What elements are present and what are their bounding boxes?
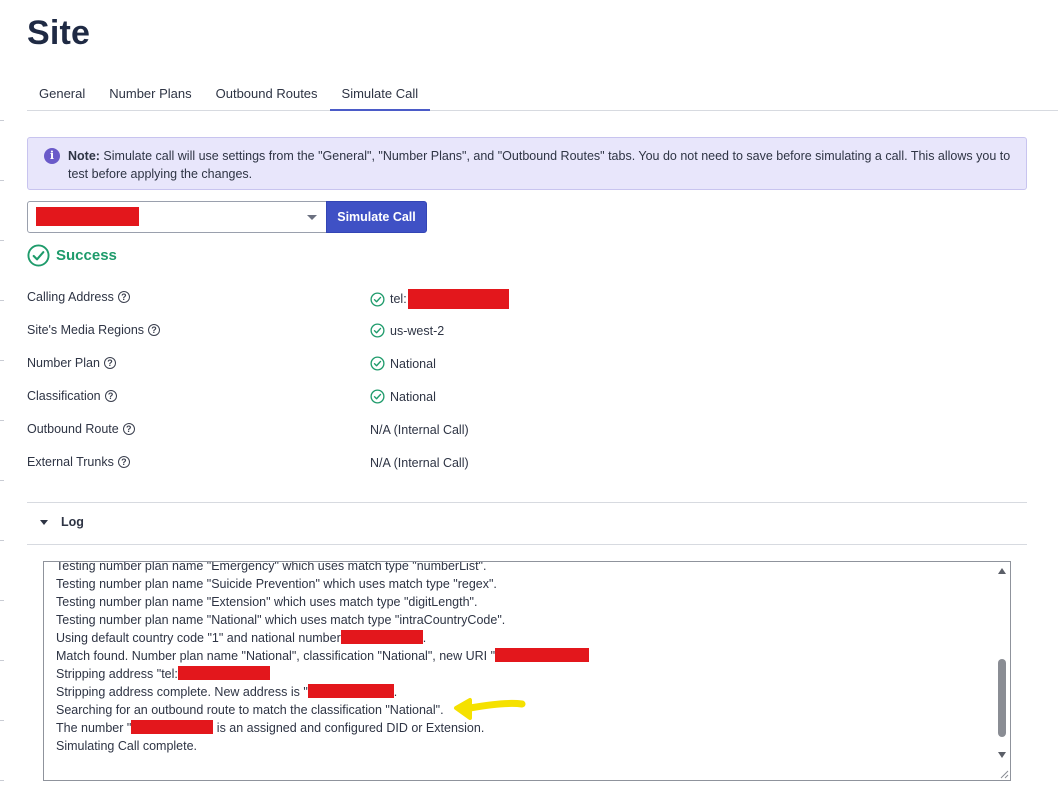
check-circle-icon (370, 291, 385, 307)
value-classification: National (370, 389, 436, 404)
arrow-annotation-icon (454, 698, 526, 720)
redacted-value (177, 666, 270, 680)
log-line: Match found. Number plan name "National"… (56, 647, 990, 665)
log-toggle[interactable]: Log (40, 515, 84, 529)
row-value-text: N/A (Internal Call) (370, 423, 469, 437)
row-label-text: Calling Address (27, 290, 114, 304)
row-value-text: tel: (390, 292, 407, 306)
page-title: Site (27, 14, 91, 52)
scrollbar[interactable] (994, 562, 1010, 780)
check-circle-icon (370, 323, 385, 338)
log-textarea[interactable]: Testing number plan name "Emergency" whi… (43, 561, 1011, 781)
check-circle-icon (370, 389, 385, 404)
redacted-value (131, 720, 214, 734)
log-line: Simulating Call complete. (56, 739, 198, 753)
value-media-regions: us-west-2 (370, 323, 444, 338)
note-banner: i Note: Simulate call will use settings … (27, 137, 1027, 190)
address-select[interactable] (27, 201, 327, 233)
row-label-text: External Trunks (27, 455, 114, 469)
label-outbound-route: Outbound Route? (27, 422, 135, 436)
tab-outbound-routes[interactable]: Outbound Routes (204, 76, 330, 111)
label-classification: Classification? (27, 389, 117, 403)
log-line: Testing number plan name "Suicide Preven… (56, 577, 497, 591)
resize-grip-icon[interactable] (999, 769, 1009, 779)
note-prefix: Note: (68, 149, 100, 163)
scroll-up-arrow-icon[interactable] (998, 568, 1006, 574)
row-value-text: National (390, 356, 436, 371)
value-external-trunks: N/A (Internal Call) (370, 456, 469, 470)
help-icon[interactable]: ? (104, 390, 117, 402)
log-line: Stripping address "tel: (56, 665, 990, 683)
row-label-text: Classification (27, 389, 101, 403)
label-number-plan: Number Plan? (27, 356, 116, 370)
value-outbound-route: N/A (Internal Call) (370, 423, 469, 437)
row-label-text: Number Plan (27, 356, 100, 370)
help-icon[interactable]: ? (103, 357, 116, 369)
label-media-regions: Site's Media Regions? (27, 323, 161, 337)
redacted-value (407, 289, 509, 309)
tab-simulate-call[interactable]: Simulate Call (329, 76, 431, 111)
check-circle-icon (370, 356, 385, 371)
redacted-value (307, 684, 394, 698)
help-icon[interactable]: ? (117, 291, 130, 303)
chevron-down-icon (307, 215, 317, 220)
scroll-down-arrow-icon[interactable] (998, 752, 1006, 758)
success-status: Success (27, 243, 117, 268)
row-value-text: us-west-2 (390, 323, 445, 338)
help-icon[interactable]: ? (122, 423, 135, 435)
info-icon: i (44, 148, 60, 164)
label-external-trunks: External Trunks? (27, 455, 130, 469)
caret-down-icon (40, 519, 48, 525)
label-calling-address: Calling Address? (27, 290, 130, 304)
simulate-call-button[interactable]: Simulate Call (326, 201, 427, 233)
tab-bar: General Number Plans Outbound Routes Sim… (27, 76, 1058, 111)
check-circle-icon (27, 244, 50, 267)
row-value-text: National (390, 389, 436, 404)
value-number-plan: National (370, 356, 436, 371)
divider (27, 502, 1027, 503)
help-icon[interactable]: ? (148, 324, 161, 336)
row-label-text: Site's Media Regions (27, 323, 145, 337)
row-label-text: Outbound Route (27, 422, 119, 436)
help-icon[interactable]: ? (117, 456, 130, 468)
log-line: Testing number plan name "National" whic… (56, 613, 506, 627)
redacted-value (340, 630, 423, 644)
tab-number-plans[interactable]: Number Plans (97, 76, 203, 111)
redacted-value (36, 207, 139, 226)
left-edge-ticks (0, 120, 4, 800)
redacted-value (495, 648, 590, 662)
scrollbar-thumb[interactable] (998, 659, 1006, 737)
value-calling-address: tel: (370, 289, 509, 309)
log-line: Testing number plan name "Extension" whi… (56, 595, 478, 609)
success-label: Success (56, 247, 117, 264)
log-line: Testing number plan name "Emergency" whi… (56, 561, 487, 573)
row-value-text: N/A (Internal Call) (370, 456, 469, 470)
log-title: Log (61, 515, 84, 529)
note-text: Simulate call will use settings from the… (68, 149, 1011, 181)
tab-general[interactable]: General (27, 76, 97, 111)
log-line: Using default country code "1" and natio… (56, 630, 427, 645)
divider (27, 544, 1027, 545)
